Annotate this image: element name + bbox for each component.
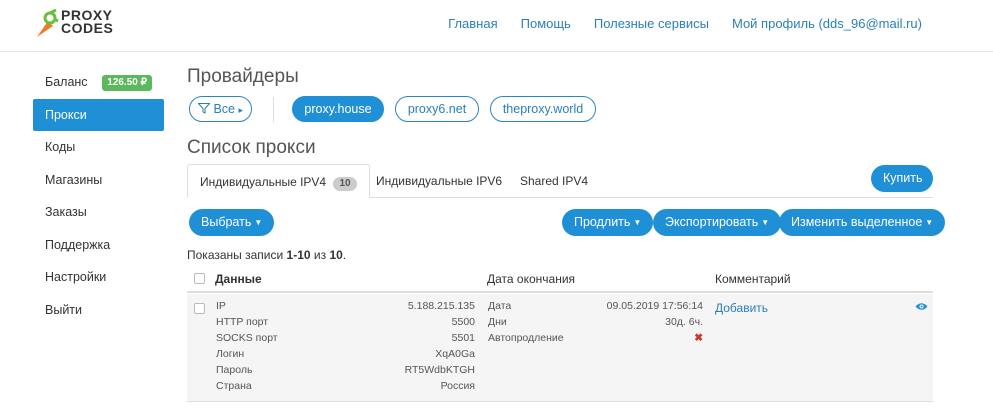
select-dropdown-button[interactable]: Выбрать ▼ xyxy=(189,209,275,236)
provider-pill-theproxy[interactable]: theproxy.world xyxy=(490,96,596,122)
button-label: Продлить xyxy=(574,215,631,229)
provider-pill-proxy6[interactable]: proxy6.net xyxy=(395,96,479,122)
nav-profile-link[interactable]: Мой профиль (dds_96@mail.ru) xyxy=(732,16,922,31)
caret-down-icon: ▼ xyxy=(633,218,642,228)
tab-count-badge: 10 xyxy=(333,177,357,191)
sidebar: Баланс 126.50 ₽ Прокси Коды Магазины Зак… xyxy=(33,66,164,326)
field-ip: IP 5.188.215.135 xyxy=(216,300,475,312)
tab-ipv4-individual[interactable]: Индивидуальные IPV4 10 xyxy=(187,164,370,198)
sidebar-item-label: Коды xyxy=(45,140,76,154)
sidebar-item-label: Магазины xyxy=(45,172,103,187)
proxy-list-title: Список прокси xyxy=(187,137,316,158)
export-dropdown-button[interactable]: Экспортировать ▼ xyxy=(653,209,782,236)
cross-icon: ✖ xyxy=(694,332,703,344)
column-header-comment: Комментарий xyxy=(715,272,791,286)
tab-ipv6-individual[interactable]: Индивидуальные IPV6 xyxy=(376,164,502,198)
table-header: Данные Дата окончания Комментарий xyxy=(187,267,933,293)
providers-title: Провайдеры xyxy=(187,66,299,87)
sidebar-item-label: Заказы xyxy=(45,205,87,219)
field-end-date: Дата 09.05.2019 17:56:14 xyxy=(488,300,703,312)
records-info: Показаны записи 1-10 из 10. xyxy=(187,248,347,262)
field-autorenew: Автопродление ✖ xyxy=(488,332,703,344)
column-header-end-date[interactable]: Дата окончания xyxy=(487,272,575,286)
brand-name: PROXY CODES xyxy=(61,7,114,36)
button-label: Изменить выделенное xyxy=(791,215,923,229)
logo[interactable]: PROXY CODES xyxy=(33,7,123,39)
buy-button[interactable]: Купить xyxy=(871,165,933,192)
tab-label: Индивидуальные IPV4 xyxy=(200,175,327,189)
sidebar-item-label: Поддержка xyxy=(45,237,111,252)
field-country: Страна Россия xyxy=(216,380,475,392)
sidebar-item-support[interactable]: Поддержка xyxy=(33,229,164,262)
provider-pill-proxy-house[interactable]: proxy.house xyxy=(292,96,384,122)
field-login: Логин XqA0Ga xyxy=(216,348,475,360)
field-days: Дни 30д. 6ч. xyxy=(488,316,703,328)
sidebar-item-proxy[interactable]: Прокси xyxy=(33,98,164,131)
field-socks-port: SOCKS порт 5501 xyxy=(216,332,475,344)
sidebar-item-logout[interactable]: Выйти xyxy=(33,294,164,327)
top-header: PROXY CODES Главная Помощь Полезные серв… xyxy=(0,0,993,52)
sidebar-item-orders[interactable]: Заказы xyxy=(33,196,164,229)
sidebar-item-label: Прокси xyxy=(45,107,87,122)
filter-icon xyxy=(197,103,211,114)
tab-ipv4-shared[interactable]: Shared IPV4 xyxy=(520,164,588,198)
nav-help-link[interactable]: Помощь xyxy=(521,16,571,31)
add-comment-link[interactable]: Добавить xyxy=(715,301,768,315)
select-all-checkbox[interactable] xyxy=(194,273,205,284)
divider xyxy=(273,97,274,122)
button-label: Выбрать xyxy=(201,215,252,229)
provider-filter-button[interactable]: Все ▸ xyxy=(189,96,252,122)
chevron-right-icon: ▸ xyxy=(238,105,244,115)
sidebar-item-codes[interactable]: Коды xyxy=(33,131,164,164)
row-checkbox[interactable] xyxy=(194,303,205,314)
sidebar-item-shops[interactable]: Магазины xyxy=(33,164,164,197)
sidebar-item-label: Баланс xyxy=(45,75,88,89)
nav-services-link[interactable]: Полезные сервисы xyxy=(594,16,709,31)
top-nav: Главная Помощь Полезные сервисы Мой проф… xyxy=(448,16,922,31)
sidebar-item-label: Настройки xyxy=(45,270,107,284)
filter-label: Все xyxy=(213,102,235,116)
sidebar-item-balance[interactable]: Баланс 126.50 ₽ xyxy=(33,66,164,99)
edit-selected-dropdown-button[interactable]: Изменить выделенное ▼ xyxy=(779,209,946,236)
table-row: IP 5.188.215.135 HTTP порт 5500 SOCKS порт… xyxy=(187,294,933,402)
nav-home-link[interactable]: Главная xyxy=(448,16,497,31)
proxy-tabs: Индивидуальные IPV4 10 Индивидуальные IP… xyxy=(187,164,933,198)
field-password: Пароль RT5WdbKTGH xyxy=(216,364,475,376)
sidebar-item-label: Выйти xyxy=(45,302,83,317)
carrot-logo-icon xyxy=(37,9,59,37)
button-label: Экспортировать xyxy=(665,215,759,229)
balance-badge: 126.50 ₽ xyxy=(102,75,152,91)
field-http-port: HTTP порт 5500 xyxy=(216,316,475,328)
caret-down-icon: ▼ xyxy=(925,218,934,228)
extend-dropdown-button[interactable]: Продлить ▼ xyxy=(562,209,654,236)
eye-icon[interactable] xyxy=(915,302,928,311)
caret-down-icon: ▼ xyxy=(761,218,770,228)
sidebar-item-settings[interactable]: Настройки xyxy=(33,261,164,294)
column-header-data: Данные xyxy=(215,272,262,286)
caret-down-icon: ▼ xyxy=(254,218,263,228)
